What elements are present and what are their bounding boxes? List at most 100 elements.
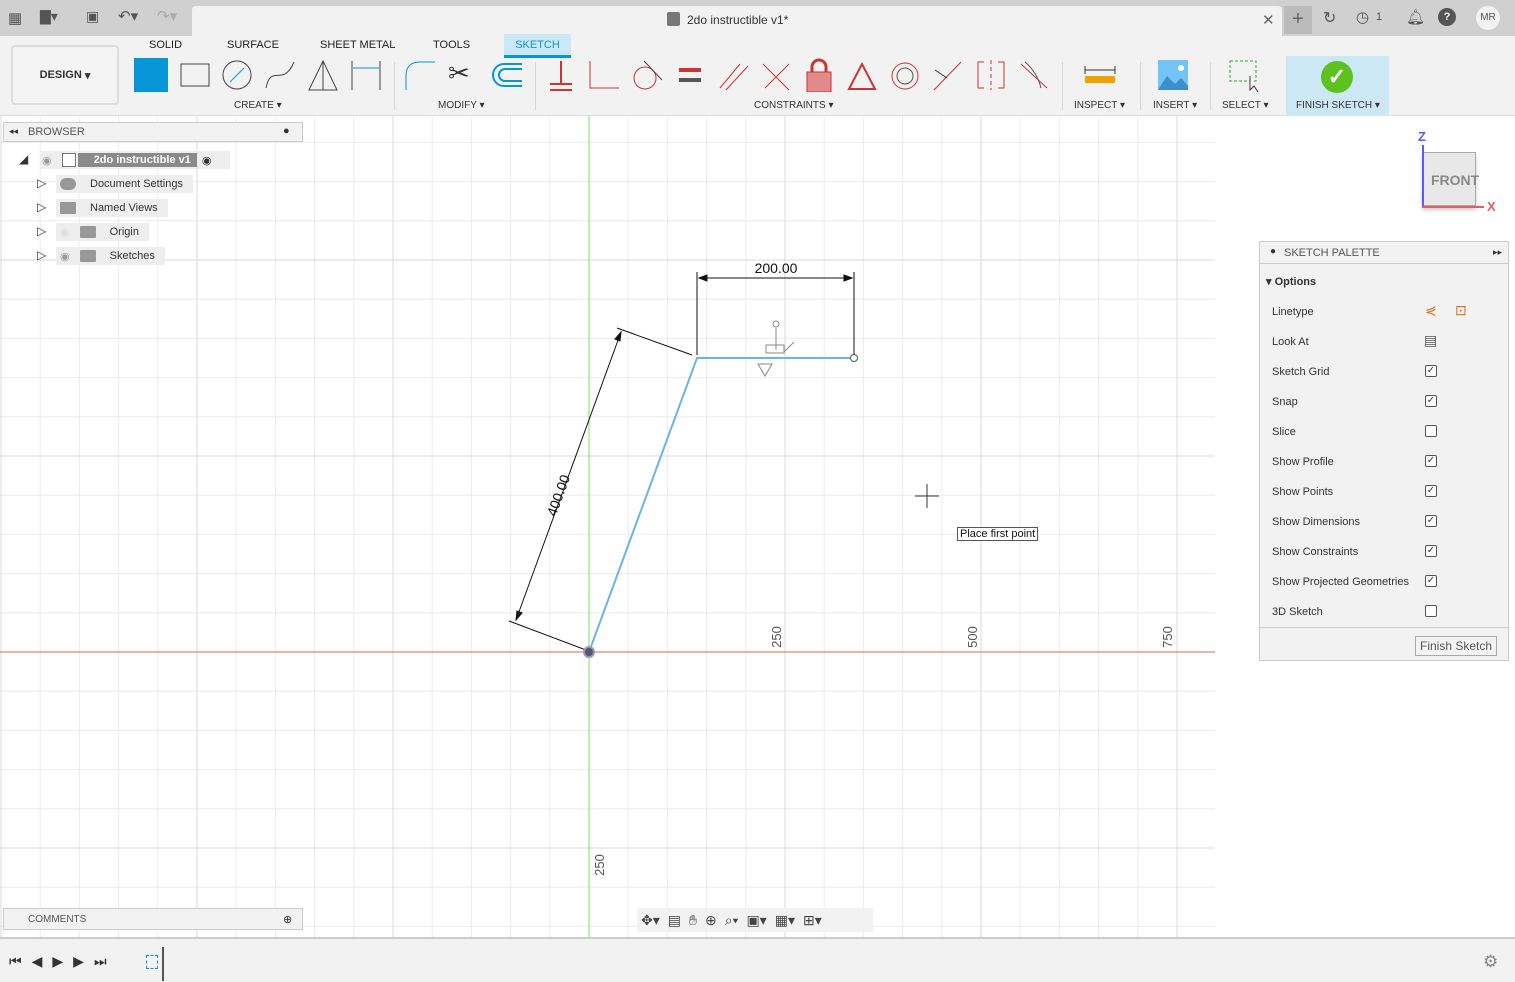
construction-linetype-icon[interactable]: ⋞ [1425,302,1437,319]
constraints-menu[interactable]: CONSTRAINTS ▾ [754,100,833,111]
sketch-timeline-feature-icon[interactable] [146,955,158,969]
checkbox[interactable] [1425,425,1437,437]
mirror-tool-icon[interactable] [306,58,340,92]
dimension-200[interactable]: 200.00 [755,260,798,276]
activate-radio-icon[interactable]: ◉ [202,154,212,167]
new-tab-button[interactable]: + [1284,6,1312,34]
offset-tool-icon[interactable] [490,58,524,92]
pan-hand-icon[interactable]: ✋︎ [689,912,697,929]
dimension-tool-icon[interactable] [349,58,383,92]
select-window-icon[interactable] [1228,58,1262,92]
checkbox[interactable]: ✓ [1425,515,1437,527]
redo-icon[interactable]: ↷▾ [157,7,177,25]
origin-point[interactable] [583,646,595,658]
measure-ruler-icon[interactable] [1083,58,1117,92]
display-settings-icon[interactable]: ▣▾ [746,912,766,929]
parallel-constraint-icon[interactable] [716,58,750,92]
timeline-marker[interactable] [162,947,164,981]
notifications-bell-icon[interactable]: 🔔︎ [1406,8,1425,26]
concentric-constraint-icon[interactable] [888,58,922,92]
close-tab-icon[interactable]: ✕ [1262,11,1275,29]
workspace-switcher[interactable]: DESIGN ▾ [11,45,119,105]
line-tool-icon[interactable] [134,58,168,92]
orbit-icon[interactable]: ✥▾ [641,912,660,929]
select-menu[interactable]: SELECT ▾ [1222,100,1269,111]
finish-sketch-menu[interactable]: FINISH SKETCH ▾ [1296,100,1380,111]
expand-triangle-icon[interactable]: ▷ [37,176,46,190]
modify-menu[interactable]: MODIFY ▾ [438,100,485,111]
circle-tool-icon[interactable] [220,58,254,92]
step-back-icon[interactable]: ◀ [32,953,43,970]
fit-icon[interactable]: ⌕▾ [725,912,739,929]
palette-header[interactable]: ● SKETCH PALETTE ▸▸ [1260,242,1508,264]
save-icon[interactable]: ▣ [86,8,99,25]
go-to-start-icon[interactable]: ⏮ [9,953,22,970]
lock-constraint-icon[interactable] [802,58,836,92]
fillet-tool-icon[interactable] [403,58,437,92]
help-icon[interactable]: ? [1438,8,1456,26]
apps-grid-icon[interactable]: ▦ [8,9,22,27]
centerline-linetype-icon[interactable]: ⊡ [1455,302,1467,319]
rectangle-tool-icon[interactable] [177,58,211,92]
go-to-end-icon[interactable]: ⏭ [94,953,107,970]
eye-icon[interactable]: ◉ [42,154,52,167]
triangle-constraint-icon[interactable] [845,58,879,92]
tab-tools[interactable]: TOOLS [433,39,470,51]
browser-panel-header[interactable]: ◂◂ BROWSER ● [3,122,303,142]
viewcube[interactable]: FRONT [1422,152,1479,206]
add-comment-icon[interactable]: ⊕ [283,913,292,926]
insert-image-icon[interactable] [1157,58,1191,92]
coincident-constraint-icon[interactable] [587,58,621,92]
checkbox[interactable]: ✓ [1425,365,1437,377]
eye-hidden-icon[interactable]: ◉ [60,226,70,239]
zoom-icon[interactable]: ⊕ [705,912,717,929]
tangent-constraint-icon[interactable] [630,58,664,92]
insert-menu[interactable]: INSERT ▾ [1153,100,1197,111]
checkbox[interactable]: ✓ [1425,485,1437,497]
tab-surface[interactable]: SURFACE [227,39,279,51]
step-forward-icon[interactable]: ▶ [73,953,84,970]
avatar[interactable]: MR [1476,6,1500,30]
checkbox[interactable] [1425,605,1437,617]
spline-tool-icon[interactable] [263,58,297,92]
equal-constraint-icon[interactable] [673,58,707,92]
comments-panel[interactable]: COMMENTS ⊕ [3,908,303,930]
viewports-icon[interactable]: ⊞▾ [803,912,822,929]
midpoint-constraint-icon[interactable] [931,58,965,92]
timeline-settings-gear-icon[interactable]: ⚙ [1483,952,1498,972]
fix-constraint-icon[interactable] [544,58,578,92]
document-tab[interactable]: 2do instructible v1* ✕ [192,6,1282,36]
checkbox[interactable]: ✓ [1425,455,1437,467]
sync-icon[interactable]: ↻ [1323,8,1336,28]
expand-triangle-icon[interactable]: ▷ [37,200,46,214]
tab-solid[interactable]: SOLID [149,39,182,51]
jobs-clock-icon[interactable]: ◷ [1356,8,1369,26]
expand-triangle-icon[interactable]: ▷ [37,224,46,238]
look-at-icon[interactable]: ▤ [1424,332,1437,349]
curvature-constraint-icon[interactable] [1017,58,1051,92]
expand-icon[interactable]: ▸▸ [1493,247,1502,258]
browser-item[interactable]: ◉ Origin [56,223,149,241]
tab-sketch[interactable]: SKETCH [504,34,571,58]
checkbox[interactable]: ✓ [1425,575,1437,587]
checkbox[interactable]: ✓ [1425,545,1437,557]
tab-sheet-metal[interactable]: SHEET METAL [320,39,395,51]
look-at-icon[interactable]: ▤ [668,912,681,929]
collapse-icon[interactable]: ◂◂ [9,126,18,137]
create-menu[interactable]: CREATE ▾ [234,100,282,111]
browser-item[interactable]: Document Settings [56,175,193,193]
undo-icon[interactable]: ↶▾ [118,7,138,25]
browser-item[interactable]: Named Views [56,199,168,217]
sketch-line[interactable] [588,357,854,653]
expand-triangle-icon[interactable]: ▷ [37,248,46,262]
viewcube-face[interactable]: FRONT [1431,172,1479,188]
finish-sketch-palette-button[interactable]: Finish Sketch [1415,636,1498,656]
sketch-point[interactable] [850,354,858,362]
perpendicular-constraint-icon[interactable] [759,58,793,92]
minimize-icon[interactable]: ● [283,125,290,137]
checkbox[interactable]: ✓ [1425,395,1437,407]
collapse-triangle-icon[interactable]: ◢ [19,152,28,166]
trim-scissors-icon[interactable]: ✂ [448,58,482,92]
symmetry-constraint-icon[interactable] [974,58,1008,92]
eye-icon[interactable]: ◉ [60,250,70,263]
